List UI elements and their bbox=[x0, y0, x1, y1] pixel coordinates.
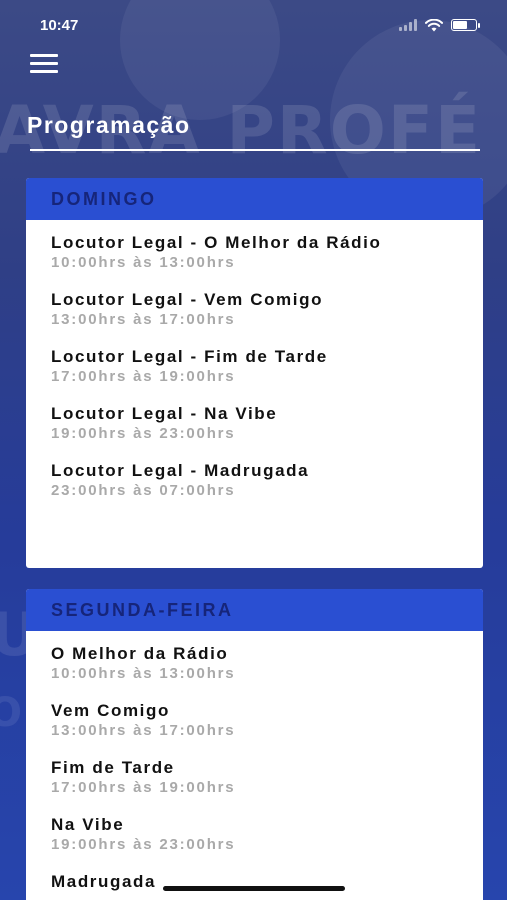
day-header: DOMINGO bbox=[26, 178, 483, 220]
list-item[interactable]: Locutor Legal - Fim de Tarde 17:00hrs às… bbox=[51, 346, 458, 386]
day-label: SEGUNDA-FEIRA bbox=[51, 599, 234, 620]
show-name: Locutor Legal - O Melhor da Rádio bbox=[51, 233, 382, 252]
list-item[interactable]: Locutor Legal - Vem Comigo 13:00hrs às 1… bbox=[51, 289, 458, 329]
show-name: Locutor Legal - Vem Comigo bbox=[51, 290, 324, 309]
battery-icon bbox=[451, 19, 480, 31]
home-indicator[interactable] bbox=[163, 886, 345, 891]
show-time: 19:00hrs às 23:00hrs bbox=[51, 425, 236, 442]
show-name: Fim de Tarde bbox=[51, 758, 175, 777]
list-item[interactable]: Locutor Legal - O Melhor da Rádio 10:00h… bbox=[51, 232, 458, 272]
list-item[interactable]: Locutor Legal - Na Vibe 19:00hrs às 23:0… bbox=[51, 403, 458, 443]
status-icons bbox=[399, 18, 480, 32]
show-name: Locutor Legal - Na Vibe bbox=[51, 404, 278, 423]
list-item[interactable]: Locutor Legal - Madrugada 23:00hrs às 07… bbox=[51, 460, 458, 500]
show-time: 19:00hrs às 23:00hrs bbox=[51, 836, 236, 853]
show-name: Locutor Legal - Fim de Tarde bbox=[51, 347, 328, 366]
hamburger-menu-icon[interactable] bbox=[30, 52, 58, 74]
day-schedule-card: DOMINGO Locutor Legal - O Melhor da Rádi… bbox=[26, 178, 483, 568]
show-time: 17:00hrs às 19:00hrs bbox=[51, 368, 236, 385]
show-time: 10:00hrs às 13:00hrs bbox=[51, 254, 236, 271]
show-name: Na Vibe bbox=[51, 815, 125, 834]
show-name: O Melhor da Rádio bbox=[51, 644, 229, 663]
day-label: DOMINGO bbox=[51, 188, 157, 209]
wifi-icon bbox=[425, 18, 443, 31]
status-time: 10:47 bbox=[40, 16, 79, 34]
title-divider bbox=[30, 149, 480, 151]
show-name: Vem Comigo bbox=[51, 701, 170, 720]
day-schedule-card: SEGUNDA-FEIRA O Melhor da Rádio 10:00hrs… bbox=[26, 589, 483, 900]
show-list: O Melhor da Rádio 10:00hrs às 13:00hrs V… bbox=[26, 631, 483, 892]
show-time: 10:00hrs às 13:00hrs bbox=[51, 665, 236, 682]
background-watermark-text: O bbox=[0, 690, 25, 736]
list-item[interactable]: O Melhor da Rádio 10:00hrs às 13:00hrs bbox=[51, 643, 458, 683]
show-list: Locutor Legal - O Melhor da Rádio 10:00h… bbox=[26, 220, 483, 500]
show-time: 13:00hrs às 17:00hrs bbox=[51, 722, 236, 739]
show-time: 17:00hrs às 19:00hrs bbox=[51, 779, 236, 796]
list-item[interactable]: Na Vibe 19:00hrs às 23:00hrs bbox=[51, 814, 458, 854]
list-item[interactable]: Fim de Tarde 17:00hrs às 19:00hrs bbox=[51, 757, 458, 797]
show-name: Locutor Legal - Madrugada bbox=[51, 461, 310, 480]
cellular-signal-icon bbox=[399, 19, 417, 31]
show-time: 23:00hrs às 07:00hrs bbox=[51, 482, 236, 499]
status-bar: 10:47 bbox=[0, 0, 507, 44]
show-time: 13:00hrs às 17:00hrs bbox=[51, 311, 236, 328]
list-item[interactable]: Vem Comigo 13:00hrs às 17:00hrs bbox=[51, 700, 458, 740]
day-header: SEGUNDA-FEIRA bbox=[26, 589, 483, 631]
page-title: Programação bbox=[27, 112, 191, 138]
